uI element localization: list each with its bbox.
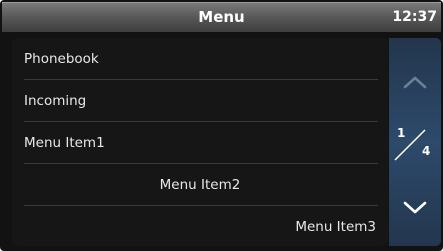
menu-item-1[interactable]: Menu Item1 bbox=[12, 122, 388, 164]
menu-item-phonebook[interactable]: Phonebook bbox=[12, 38, 388, 80]
device-screen: Menu 12:37 Phonebook Incoming Menu Item1… bbox=[0, 0, 443, 251]
menu-item-2[interactable]: Menu Item2 bbox=[12, 164, 388, 206]
scroll-sidebar: 1 4 bbox=[389, 38, 441, 246]
chevron-down-icon bbox=[403, 201, 427, 214]
scroll-up-button[interactable] bbox=[389, 52, 441, 112]
total-pages: 4 bbox=[422, 144, 431, 158]
clock: 12:37 bbox=[392, 9, 437, 25]
menu-item-3[interactable]: Menu Item3 bbox=[12, 206, 388, 246]
page-title: Menu bbox=[198, 8, 245, 26]
current-page: 1 bbox=[397, 126, 406, 140]
scroll-down-button[interactable] bbox=[389, 178, 441, 238]
chevron-up-icon bbox=[403, 76, 427, 89]
menu-item-incoming[interactable]: Incoming bbox=[12, 80, 388, 122]
title-bar: Menu 12:37 bbox=[2, 2, 441, 32]
page-indicator: 1 4 bbox=[389, 120, 441, 164]
menu-list: Phonebook Incoming Menu Item1 Menu Item2… bbox=[12, 38, 388, 246]
